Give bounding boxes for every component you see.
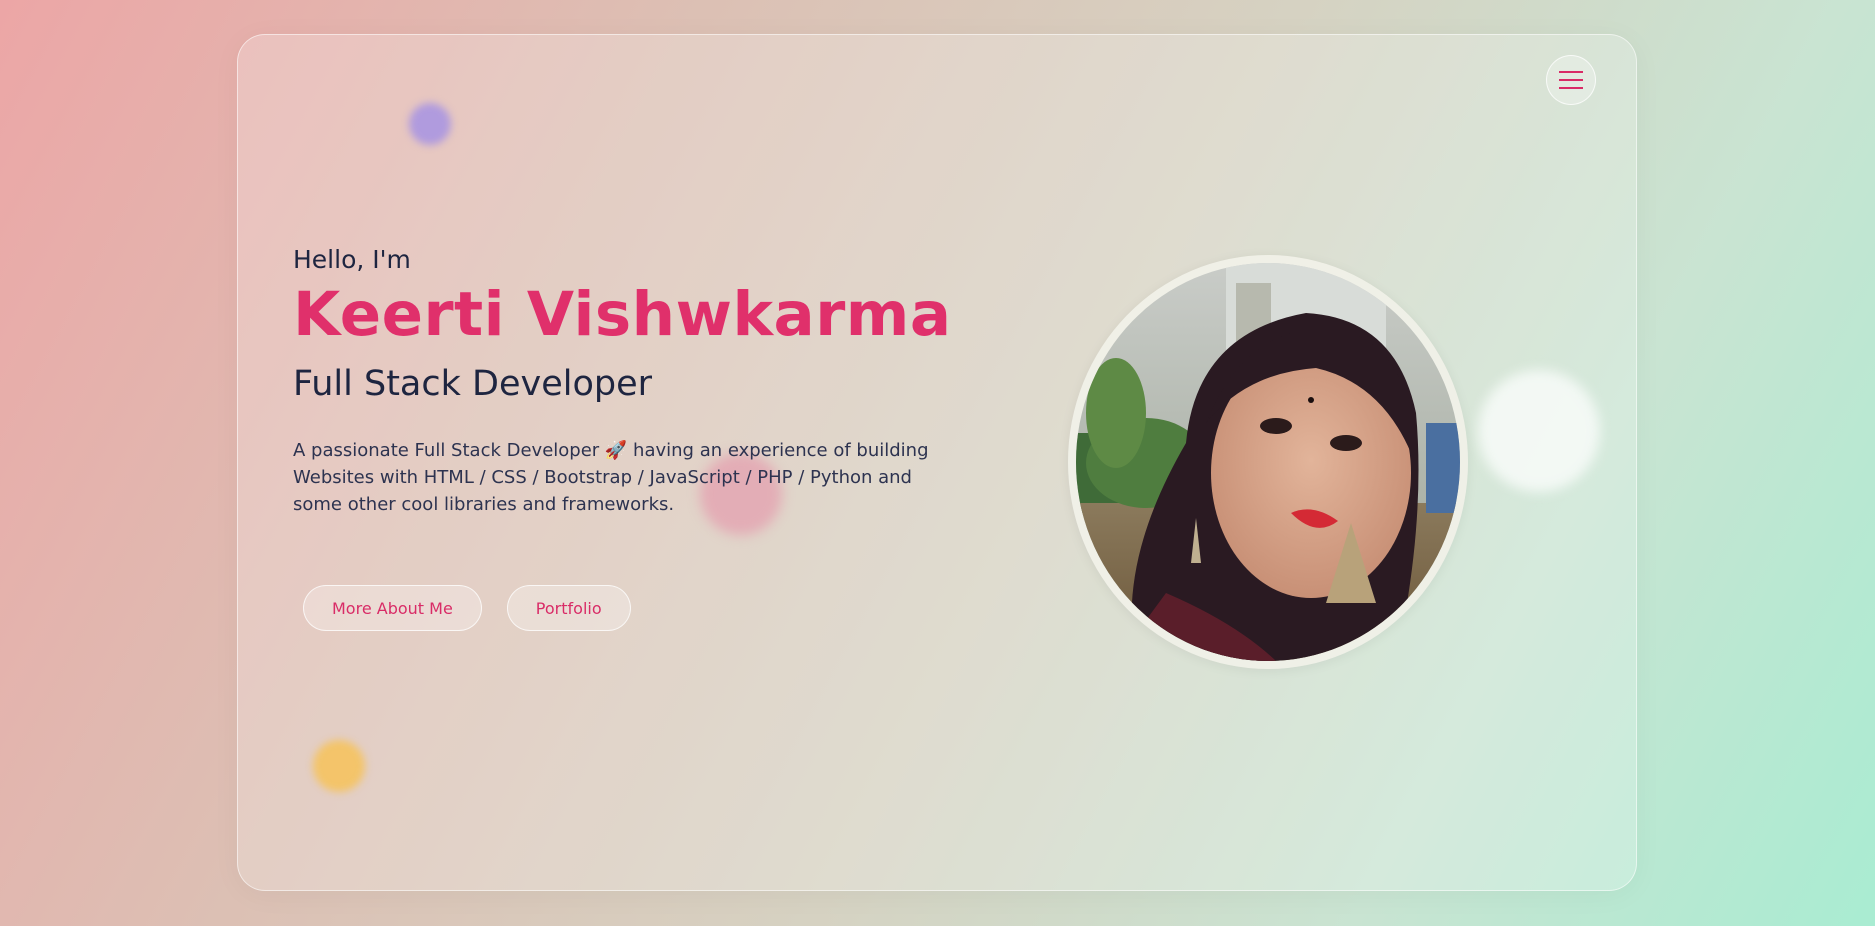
greeting-text: Hello, I'm xyxy=(293,245,411,274)
hero-card: Hello, I'm Keerti Vishwkarma Full Stack … xyxy=(237,34,1637,891)
portfolio-button[interactable]: Portfolio xyxy=(506,585,631,631)
decorative-white-blob xyxy=(1478,370,1600,492)
more-about-me-button[interactable]: More About Me xyxy=(303,585,482,631)
menu-button[interactable] xyxy=(1546,55,1596,105)
intro-section: Hello, I'm Keerti Vishwkarma Full Stack … xyxy=(293,245,993,518)
role-title: Full Stack Developer xyxy=(293,364,653,405)
avatar-frame xyxy=(1068,255,1468,669)
cta-buttons: More About Me Portfolio xyxy=(303,585,631,631)
decorative-purple-blob xyxy=(409,103,451,145)
name-heading: Keerti Vishwkarma xyxy=(293,279,952,350)
hamburger-menu-icon xyxy=(1559,71,1583,89)
intro-description: A passionate Full Stack Developer 🚀 havi… xyxy=(293,440,929,516)
decorative-yellow-blob xyxy=(313,740,365,792)
profile-photo xyxy=(1076,263,1460,661)
